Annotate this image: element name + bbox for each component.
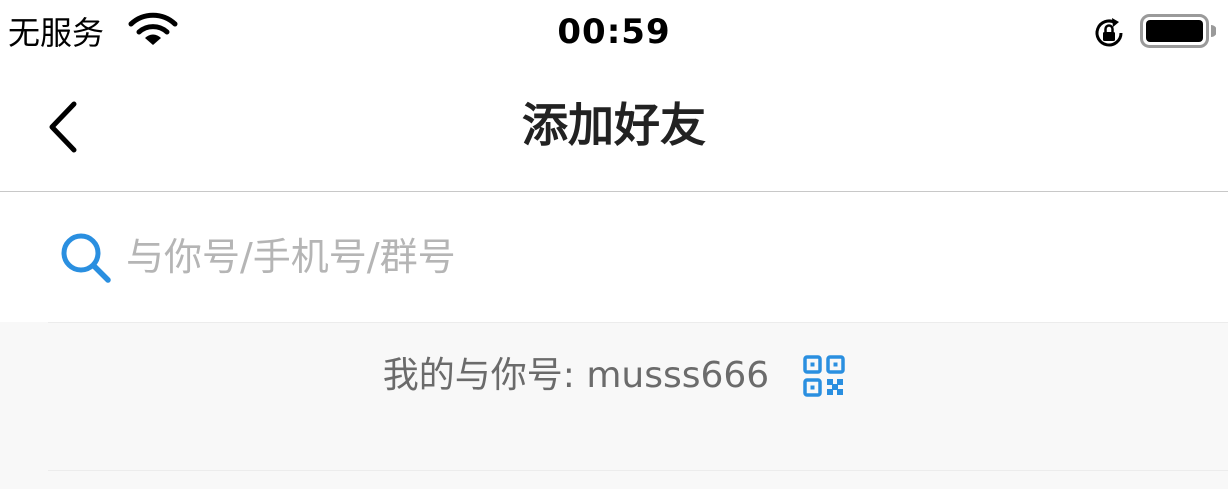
divider [48, 470, 1228, 471]
page-title: 添加好友 [522, 98, 706, 152]
my-id-label: 我的与你号: musss666 [382, 355, 770, 396]
battery-icon [1140, 14, 1216, 48]
search-input[interactable] [126, 222, 1186, 292]
add-friend-screen: 无服务 00:59 添加好友 与你号/手机号/群号 我的与你号: musss66… [0, 0, 1228, 489]
my-id-row[interactable]: 我的与你号: musss666 [0, 350, 1228, 402]
clock: 00:59 [557, 12, 671, 52]
qr-code-icon[interactable] [803, 355, 845, 397]
navigation-bar: 添加好友 [0, 64, 1228, 192]
divider [48, 322, 1228, 323]
status-bar: 无服务 00:59 [0, 0, 1228, 64]
search-bar [0, 192, 1228, 322]
rotation-lock-icon [1095, 18, 1123, 47]
my-id-section: 我的与你号: musss666 [0, 322, 1228, 489]
search-icon [61, 233, 111, 283]
